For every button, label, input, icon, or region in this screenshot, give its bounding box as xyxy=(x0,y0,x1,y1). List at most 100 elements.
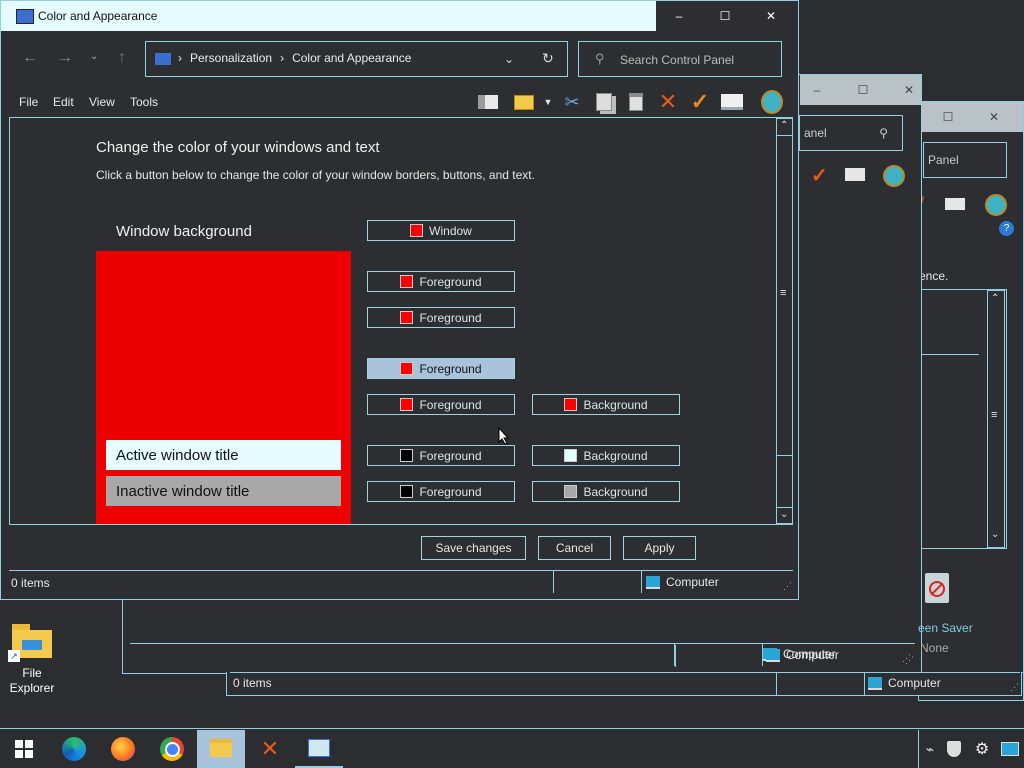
foreground-color-button[interactable]: Foreground xyxy=(367,394,515,415)
apply-button[interactable]: Apply xyxy=(623,536,696,560)
mouse-cursor-icon xyxy=(498,427,510,445)
maximize-button[interactable]: ☐ xyxy=(840,75,886,105)
network-icon[interactable]: ⌁ xyxy=(918,730,942,768)
foreground-color-button[interactable]: Foreground xyxy=(367,271,515,292)
start-button[interactable] xyxy=(0,730,48,768)
delete-icon[interactable]: ✕ xyxy=(657,89,679,114)
desktop-icon-label: File Explorer xyxy=(9,666,55,695)
scroll-up-icon[interactable]: ⌃ xyxy=(780,120,788,131)
search-placeholder: Search Control Panel xyxy=(620,53,735,67)
scroll-thumb-icon[interactable]: ≡ xyxy=(780,287,786,299)
minimize-button[interactable]: – xyxy=(794,75,840,105)
resize-grip-icon[interactable]: ⋰ xyxy=(1010,682,1019,693)
main-window[interactable]: Color and Appearance – ☐ ✕ ← → ⌄ ↑ › Per… xyxy=(0,0,799,600)
edge-icon[interactable] xyxy=(50,730,98,768)
layout-icon[interactable] xyxy=(477,91,499,113)
menu-edit[interactable]: Edit xyxy=(53,95,74,109)
search-placeholder: Panel xyxy=(928,153,959,167)
settings-gear-icon[interactable]: ⚙ xyxy=(968,730,996,768)
address-bar[interactable]: › Personalization › Color and Appearance… xyxy=(145,41,568,77)
back-icon[interactable]: ← xyxy=(22,49,38,67)
foreground-color-button[interactable]: Foreground xyxy=(367,445,515,466)
app-x-icon[interactable]: ✕ xyxy=(246,730,294,768)
maximize-button[interactable]: ☐ xyxy=(925,102,971,132)
close-button[interactable]: ✕ xyxy=(748,1,794,31)
search-box[interactable]: ⚲ Search Control Panel xyxy=(578,41,782,77)
checkmark-icon: ✓ xyxy=(811,165,828,187)
foreground-color-button[interactable]: Foreground xyxy=(367,307,515,328)
dropdown-arrow-icon[interactable]: ▼ xyxy=(541,91,555,113)
cancel-button[interactable]: Cancel xyxy=(538,536,611,560)
globe-icon xyxy=(883,165,905,187)
search-box[interactable]: Panel xyxy=(923,142,1007,178)
refresh-icon[interactable]: ↻ xyxy=(542,50,554,67)
chrome-icon[interactable] xyxy=(148,730,196,768)
color-swatch xyxy=(400,362,414,375)
menu-view[interactable]: View xyxy=(89,95,115,109)
background-color-button[interactable]: Background xyxy=(532,394,680,415)
file-explorer-desktop-shortcut[interactable]: ↗ File Explorer xyxy=(4,620,60,700)
control-panel-icon xyxy=(155,53,171,65)
color-swatch xyxy=(400,398,414,411)
window-title: Color and Appearance xyxy=(38,9,158,23)
folder-options-icon[interactable] xyxy=(513,91,535,113)
up-icon[interactable]: ↑ xyxy=(118,49,126,67)
screen-saver-label[interactable]: een Saver xyxy=(918,621,973,635)
search-box[interactable]: anel ⚲ xyxy=(799,115,903,151)
scroll-thumb-icon[interactable]: ≡ xyxy=(991,409,997,421)
color-swatch xyxy=(564,449,578,462)
background-color-button[interactable]: Background xyxy=(532,481,680,502)
scrollbar[interactable]: ⌃ ≡ ⌄ xyxy=(987,290,1005,548)
breadcrumb-item[interactable]: Personalization xyxy=(190,51,272,65)
background-color-button[interactable]: Background xyxy=(532,445,680,466)
copy-icon[interactable] xyxy=(593,91,615,113)
menu-file[interactable]: File xyxy=(19,95,38,109)
status-items: 0 items xyxy=(11,576,50,590)
paste-icon[interactable] xyxy=(625,91,647,113)
scroll-up-icon[interactable]: ⌃ xyxy=(991,293,999,304)
close-button[interactable]: ✕ xyxy=(971,102,1017,132)
recent-locations-icon[interactable]: ⌄ xyxy=(90,51,98,62)
properties-icon[interactable] xyxy=(721,91,743,113)
resize-grip-icon[interactable]: ⋰ xyxy=(902,653,911,664)
control-panel-taskbar-button[interactable] xyxy=(295,730,343,768)
partial-text: ence. xyxy=(919,269,949,283)
address-dropdown-icon[interactable]: ⌄ xyxy=(504,52,514,66)
close-button[interactable]: ✕ xyxy=(886,75,921,105)
window-color-button[interactable]: Window xyxy=(367,220,515,241)
file-explorer-taskbar-button[interactable] xyxy=(197,730,245,768)
active-window-title-preview: Active window title xyxy=(106,440,341,470)
color-swatch xyxy=(410,224,424,237)
breadcrumb-item[interactable]: Color and Appearance xyxy=(292,51,411,65)
breadcrumb-separator-icon: › xyxy=(178,51,182,65)
screen-saver-value: None xyxy=(920,641,949,655)
minimize-button[interactable]: – xyxy=(656,1,702,31)
computer-icon xyxy=(868,676,882,690)
search-icon: ⚲ xyxy=(595,51,605,66)
menu-tools[interactable]: Tools xyxy=(130,95,158,109)
notification-icon[interactable] xyxy=(996,730,1024,768)
title-bar[interactable]: Color and Appearance – ☐ ✕ xyxy=(1,1,798,31)
shortcut-arrow-icon: ↗ xyxy=(8,650,20,662)
forward-icon[interactable]: → xyxy=(57,49,73,67)
foreground-color-button-selected[interactable]: Foreground xyxy=(367,358,515,379)
save-changes-button[interactable]: Save changes xyxy=(421,536,526,560)
color-swatch xyxy=(564,485,578,498)
scroll-down-icon[interactable]: ⌄ xyxy=(780,509,788,520)
screen-saver-icon[interactable] xyxy=(921,571,953,609)
color-swatch xyxy=(400,449,414,462)
content-scrollbar[interactable]: ⌃ ≡ ⌄ xyxy=(776,118,793,524)
foreground-color-button[interactable]: Foreground xyxy=(367,481,515,502)
resize-grip-icon[interactable]: ⋰ xyxy=(783,581,792,592)
help-icon[interactable]: ? xyxy=(999,221,1014,236)
globe-icon[interactable] xyxy=(761,90,783,114)
firefox-icon[interactable] xyxy=(99,730,147,768)
checkmark-icon[interactable]: ✓ xyxy=(689,89,711,114)
maximize-button[interactable]: ☐ xyxy=(702,1,748,31)
status-items-3: 0 items xyxy=(233,676,272,690)
background-window-3[interactable]: ☐ ✕ Panel / ? ence. ⌃ ≡ ⌄ xyxy=(918,101,1024,701)
cut-icon[interactable]: ✂ xyxy=(561,91,583,113)
security-shield-icon[interactable] xyxy=(942,730,966,768)
status-computer-2: Computer xyxy=(766,648,839,662)
scroll-down-icon[interactable]: ⌄ xyxy=(991,529,999,540)
